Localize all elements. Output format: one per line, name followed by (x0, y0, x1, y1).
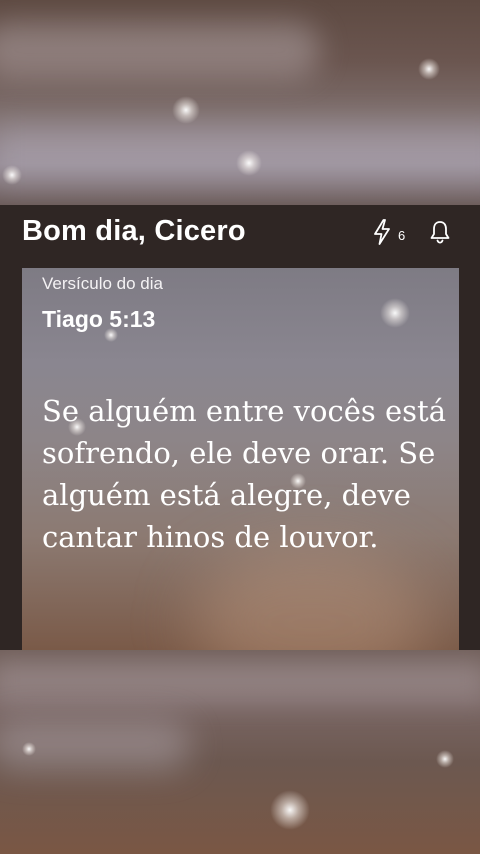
streak-counter[interactable]: 6 (372, 219, 405, 250)
verse-of-the-day-card[interactable]: Versículo do dia Tiago 5:13 Se alguém en… (22, 268, 459, 650)
bell-icon[interactable] (428, 219, 452, 245)
background-bottom (0, 650, 480, 854)
lightning-icon (372, 219, 392, 250)
streak-count: 6 (398, 228, 406, 243)
header: Bom dia, Cicero 6 (0, 205, 480, 260)
card-label: Versículo do dia (42, 274, 163, 293)
background-top (0, 0, 480, 205)
verse-text: Se alguém entre vocês está sofrendo, ele… (42, 394, 447, 554)
verse-reference: Tiago 5:13 (42, 306, 156, 332)
greeting-title: Bom dia, Cicero (22, 215, 246, 247)
